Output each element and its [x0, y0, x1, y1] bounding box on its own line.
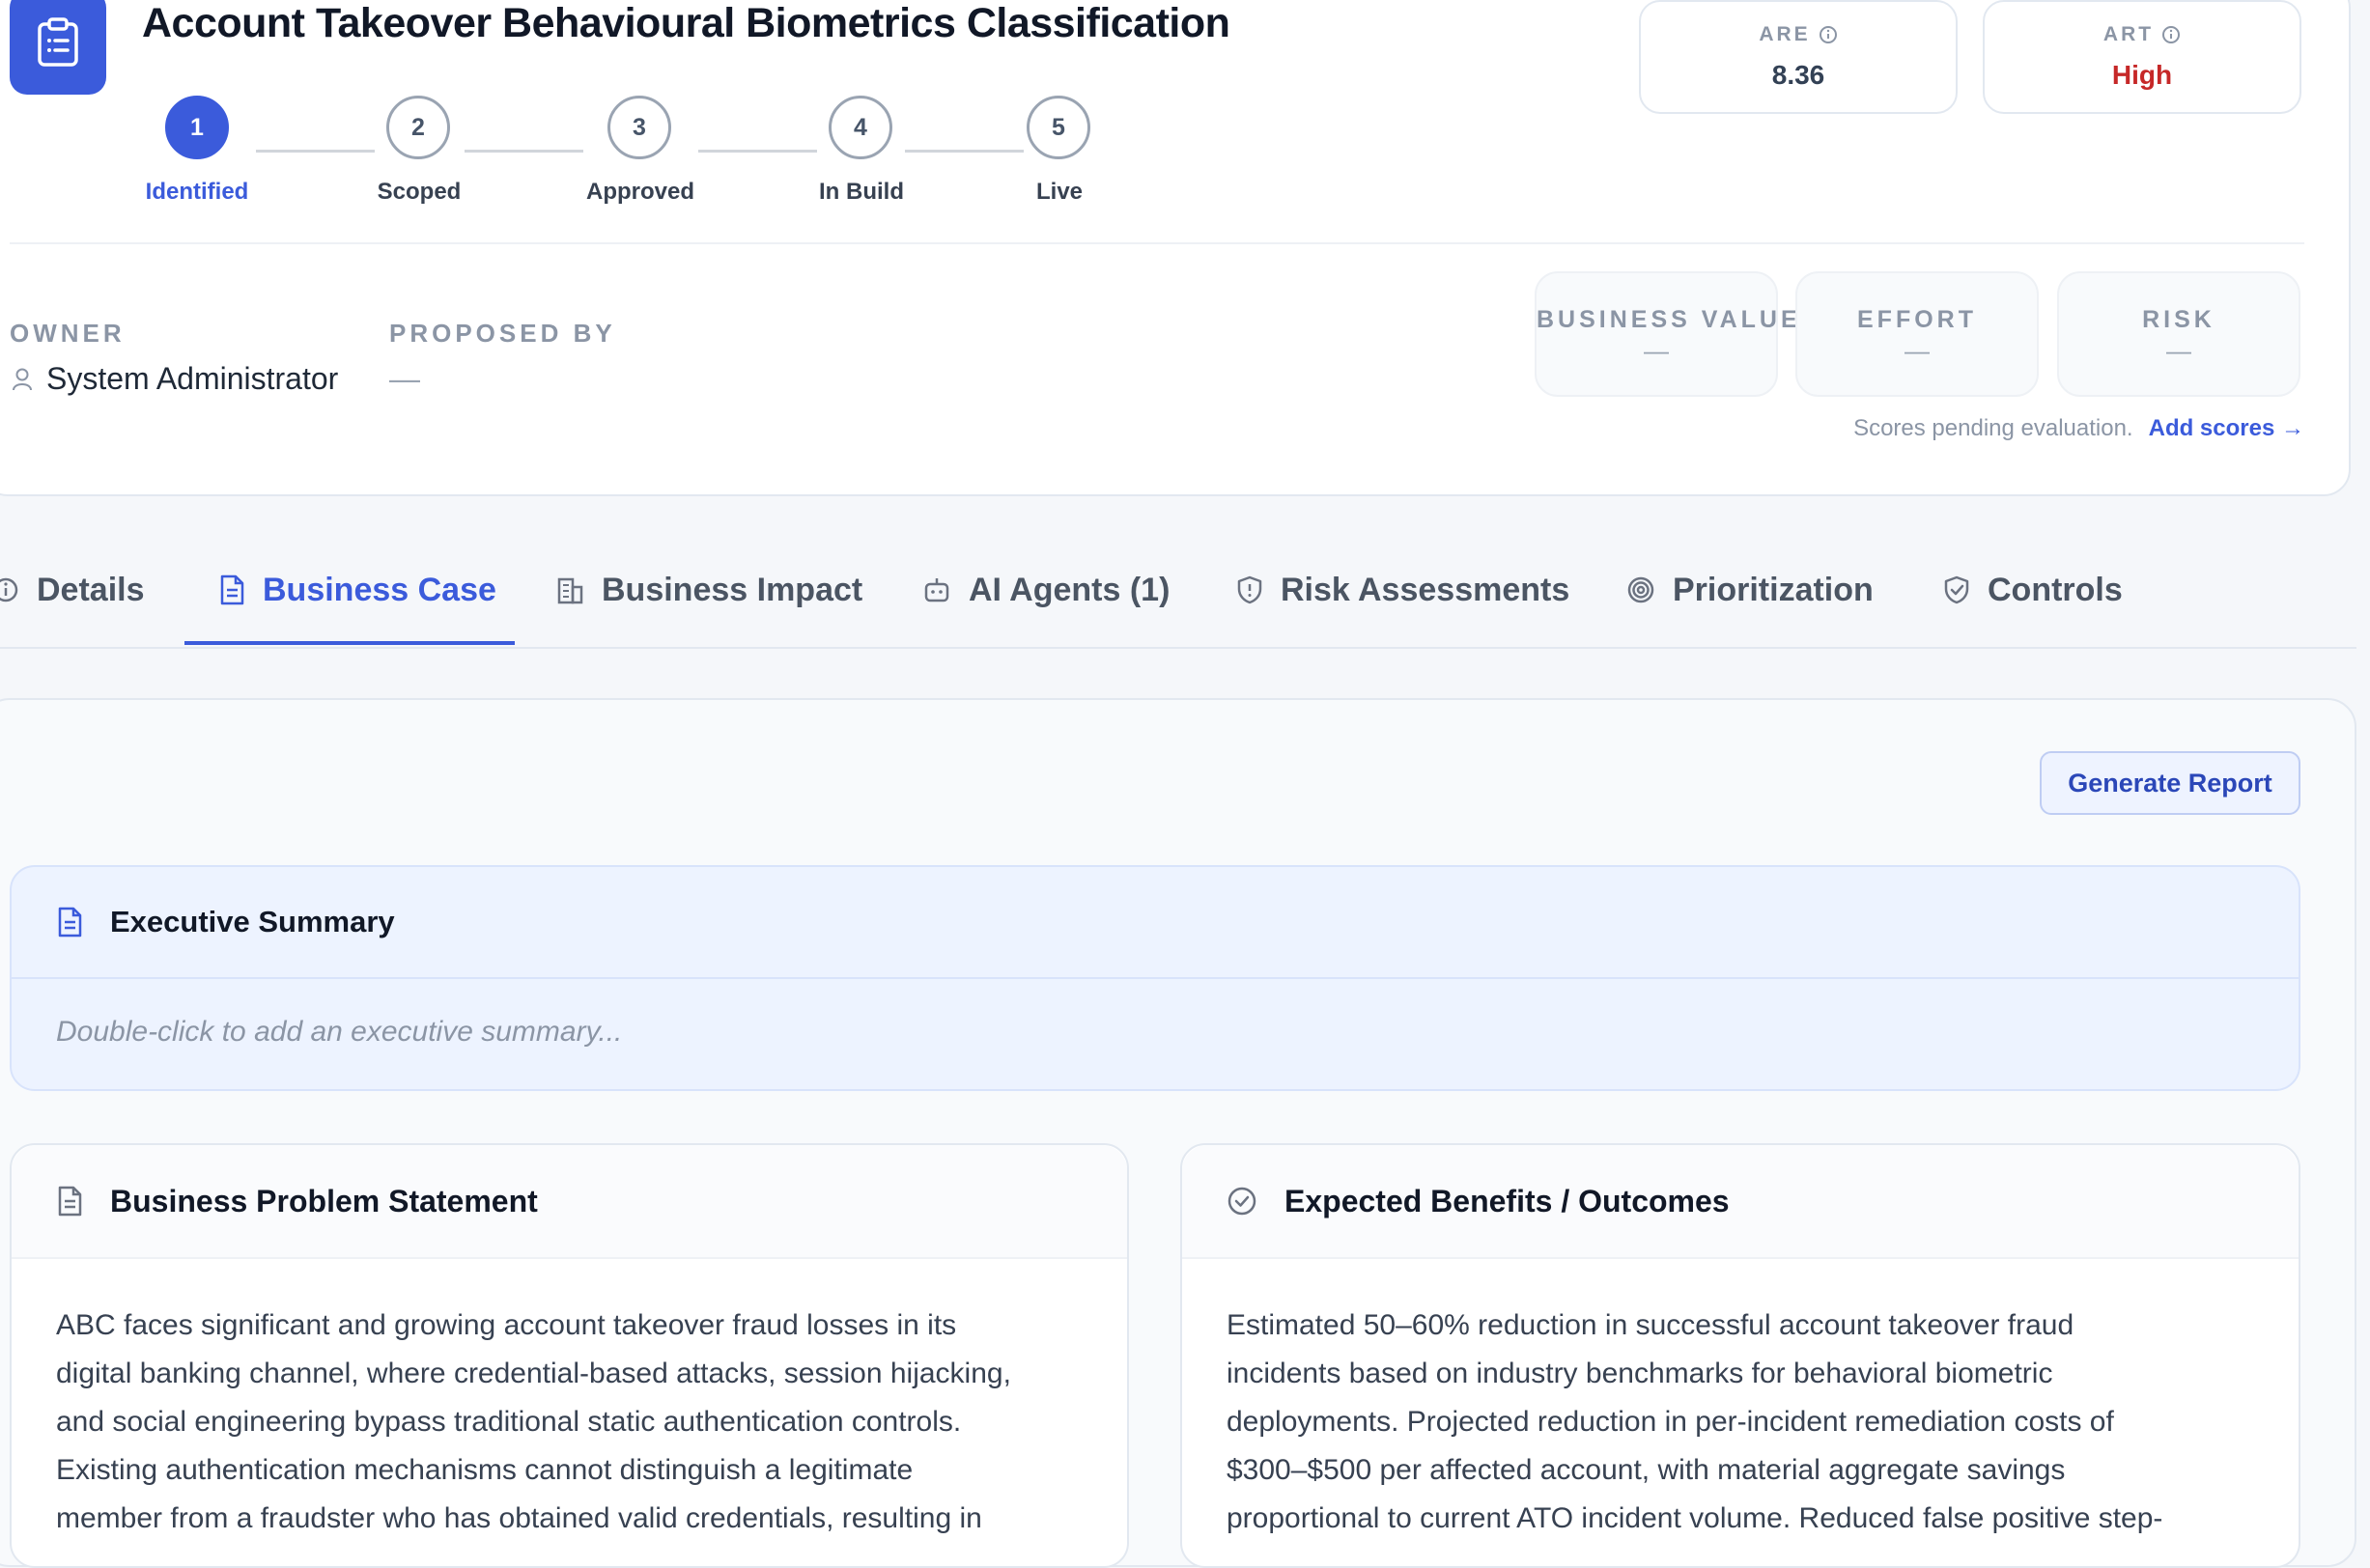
are-label: ARE [1759, 23, 1811, 45]
step-connector [256, 150, 375, 153]
step-in-build[interactable]: 4 [829, 96, 892, 159]
tab-business-impact[interactable]: Business Impact [555, 533, 862, 647]
text-line: proportional to current ATO incident vol… [1227, 1502, 2163, 1534]
document-icon [58, 1186, 82, 1217]
document-icon [58, 907, 82, 938]
business-value-value: — [1644, 336, 1669, 365]
business-value-card[interactable]: BUSINESS VALUE — [1535, 271, 1801, 397]
art-value: High [2111, 60, 2173, 90]
step-label: Live [1035, 179, 1084, 205]
target-icon [1627, 576, 1654, 603]
art-label: ART [2102, 23, 2155, 45]
text-line: member from a fraudster who has obtained… [56, 1502, 982, 1534]
step-connector [698, 150, 817, 153]
text-line: Existing authentication mechanisms canno… [56, 1454, 914, 1486]
executive-summary-title: Executive Summary [110, 905, 395, 938]
art-score-card: ART High [1983, 0, 2301, 114]
owner-label: OWNER [10, 319, 126, 348]
expected-benefits-header: Expected Benefits / Outcomes [1182, 1145, 2299, 1259]
are-value: 8.36 [1771, 60, 1825, 90]
info-icon [0, 577, 18, 602]
robot-icon [924, 578, 949, 602]
add-scores-link[interactable]: Add scores → [2149, 415, 2304, 441]
clipboard-icon [10, 0, 106, 95]
step-label: In Build [819, 179, 904, 205]
user-icon [13, 368, 32, 390]
active-tab-indicator [184, 641, 515, 645]
document-icon [220, 574, 244, 605]
check-circle-icon [1227, 1187, 1256, 1216]
text-line: digital banking channel, where credentia… [56, 1358, 1011, 1389]
tab-ai-agents[interactable]: AI Agents (1) [922, 533, 1170, 647]
proposed-by-value: — [389, 361, 420, 396]
building-icon [557, 577, 583, 604]
risk-value: — [2166, 336, 2191, 365]
owner-value: System Administrator [12, 361, 338, 397]
step-connector [905, 150, 1024, 153]
text-line: incidents based on industry benchmarks f… [1227, 1358, 2053, 1389]
expected-benefits-text[interactable]: Estimated 50–60% reduction in successful… [1182, 1259, 2299, 1543]
info-icon[interactable] [2161, 25, 2181, 44]
business-problem-text[interactable]: ABC faces significant and growing accoun… [12, 1259, 1127, 1543]
business-value-label: BUSINESS VALUE [1537, 306, 1801, 333]
shield-check-icon [1944, 575, 1969, 604]
text-line: deployments. Projected reduction in per-… [1227, 1406, 2114, 1438]
tab-details[interactable]: Details [0, 533, 145, 647]
tab-prioritization[interactable]: Prioritization [1626, 533, 1874, 647]
executive-summary-editor[interactable]: Double-click to add an executive summary… [12, 979, 2299, 1049]
expected-benefits-title: Expected Benefits / Outcomes [1284, 1183, 1730, 1218]
generate-report-button[interactable]: Generate Report [2040, 751, 2300, 815]
business-problem-header: Business Problem Statement [12, 1145, 1127, 1259]
proposed-by-label: PROPOSED BY [389, 319, 616, 348]
info-icon[interactable] [1819, 25, 1838, 44]
owner-name: System Administrator [46, 361, 339, 396]
text-line: $300–$500 per affected account, with mat… [1227, 1454, 2066, 1486]
shield-alert-icon [1237, 575, 1262, 604]
tab-label: Business Case [263, 571, 496, 608]
executive-summary-card: Executive Summary Double-click to add an… [10, 865, 2300, 1091]
expected-benefits-card: Expected Benefits / Outcomes Estimated 5… [1180, 1143, 2300, 1568]
business-problem-title: Business Problem Statement [110, 1183, 538, 1218]
tab-risk-assessments[interactable]: Risk Assessments [1236, 533, 1569, 647]
header-divider [10, 242, 2304, 244]
step-label: Identified [145, 179, 249, 205]
step-connector [465, 150, 583, 153]
text-line: and social engineering bypass traditiona… [56, 1406, 962, 1438]
step-label: Approved [585, 179, 694, 205]
tab-bar: Details Business Case Business Impact AI… [0, 533, 2356, 649]
text-line: ABC faces significant and growing accoun… [56, 1309, 957, 1341]
tab-label: Risk Assessments [1281, 571, 1570, 608]
step-identified[interactable]: 1 [165, 96, 229, 159]
step-label: Scoped [377, 179, 462, 205]
effort-card[interactable]: EFFORT — [1795, 271, 2039, 397]
step-approved[interactable]: 3 [607, 96, 671, 159]
step-live[interactable]: 5 [1027, 96, 1090, 159]
tab-label: Business Impact [602, 571, 863, 608]
scores-pending-note: Scores pending evaluation. Add scores → [1853, 415, 2304, 442]
business-problem-card: Business Problem Statement ABC faces sig… [10, 1143, 1129, 1568]
tab-label: Controls [1988, 571, 2123, 608]
step-scoped[interactable]: 2 [386, 96, 450, 159]
tab-label: Prioritization [1673, 571, 1874, 608]
executive-summary-header: Executive Summary [12, 867, 2299, 979]
risk-label: RISK [2142, 306, 2215, 333]
page-title: Account Takeover Behavioural Biometrics … [142, 0, 1230, 46]
effort-label: EFFORT [1857, 306, 1977, 333]
are-score-card: ARE 8.36 [1639, 0, 1958, 114]
effort-value: — [1904, 336, 1930, 365]
tab-label: AI Agents (1) [969, 571, 1171, 608]
tab-business-case[interactable]: Business Case [218, 533, 496, 647]
pending-text: Scores pending evaluation. [1853, 415, 2133, 441]
risk-card[interactable]: RISK — [2057, 271, 2300, 397]
tab-label: Details [37, 571, 145, 608]
text-line: Estimated 50–60% reduction in successful… [1227, 1309, 2074, 1341]
tab-controls[interactable]: Controls [1943, 533, 2123, 647]
